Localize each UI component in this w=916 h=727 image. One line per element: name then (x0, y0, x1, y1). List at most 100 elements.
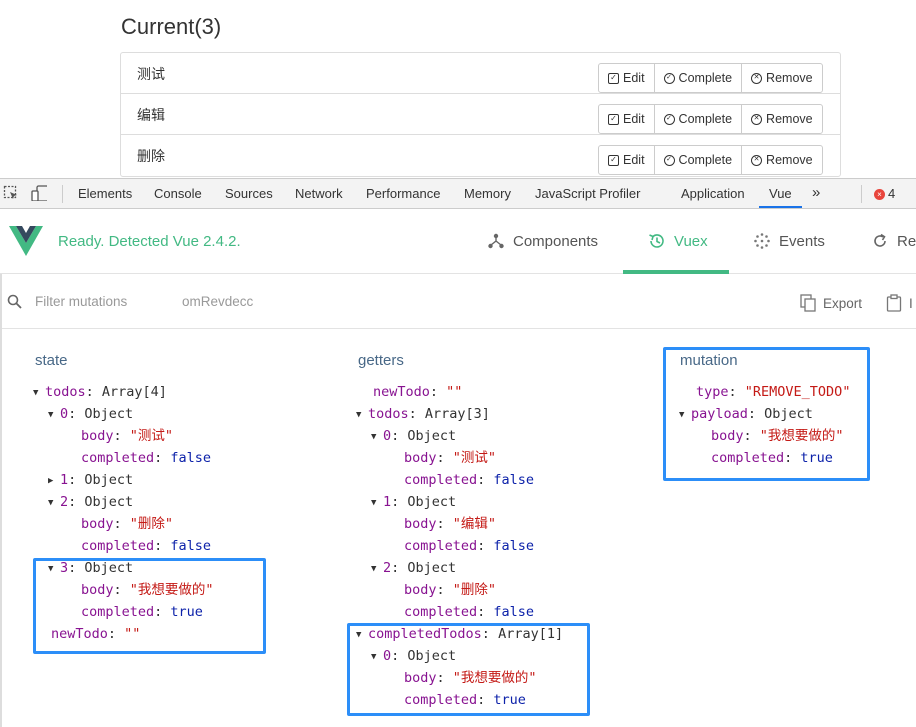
active-tab-indicator (759, 206, 802, 208)
edit-button[interactable]: ✓ Edit (599, 105, 655, 133)
filter-ghost-text: omRevdecc (182, 294, 254, 309)
check-circle-icon: ✓ (663, 113, 675, 125)
tree-leaf: body: "删除" (404, 582, 497, 598)
import-button[interactable]: I (886, 294, 913, 312)
tab-performance[interactable]: Performance (366, 186, 440, 201)
expanded-arrow-icon: ▼ (33, 388, 39, 398)
nav-components[interactable]: Components (487, 232, 598, 250)
nav-refresh[interactable]: Ref (871, 232, 916, 250)
refresh-icon (874, 233, 886, 247)
current-heading: Current(3) (121, 14, 222, 39)
edit-button[interactable]: ✓ Edit (599, 64, 655, 92)
tree-node[interactable]: ▶ 1: Object (48, 472, 133, 489)
check-circle-icon: ✓ (663, 154, 675, 166)
tree-node[interactable]: ▼ 2: Object (48, 494, 133, 511)
clipboard-icon (886, 294, 902, 312)
expanded-arrow-icon: ▼ (371, 432, 377, 442)
tree-leaf: body: "删除" (81, 516, 174, 532)
device-toolbar-icon[interactable] (31, 185, 47, 201)
remove-button[interactable]: ✕ Remove (742, 64, 822, 92)
complete-label: Complete (678, 153, 733, 167)
inspect-element-icon[interactable] (3, 185, 19, 201)
nav-events-label: Events (779, 232, 825, 250)
expanded-arrow-icon: ▼ (371, 498, 377, 508)
tree-node[interactable]: ▼ 1: Object (371, 494, 456, 511)
getters-title: getters (358, 352, 404, 369)
tree-leaf: newTodo: "" (373, 384, 463, 400)
todo-text: 测试 (137, 67, 165, 83)
highlight-box (347, 623, 590, 716)
filter-mutations-input[interactable]: Filter mutations (35, 294, 127, 309)
edit-label: Edit (623, 71, 645, 85)
todo-row: 测试 ✓ Edit ✓ Complete ✕ Remove (121, 53, 840, 94)
history-icon (649, 234, 664, 248)
devtools-tabbar: Elements Console Sources Network Perform… (0, 178, 916, 209)
x-circle-icon: ✕ (751, 154, 763, 166)
tab-sources[interactable]: Sources (225, 186, 273, 201)
tab-console[interactable]: Console (154, 186, 202, 201)
complete-label: Complete (678, 112, 733, 126)
import-label: I (909, 295, 913, 311)
x-circle-icon: ✕ (751, 113, 763, 125)
export-button[interactable]: Export (800, 294, 862, 312)
mutation-filter-bar: Filter mutations omRevdecc Export I (0, 274, 916, 329)
remove-label: Remove (766, 153, 813, 167)
export-label: Export (823, 295, 863, 311)
tab-application[interactable]: Application (681, 186, 745, 201)
tab-javascript-profiler[interactable]: JavaScript Profiler (535, 186, 640, 201)
tree-node[interactable]: ▼ todos: Array[3] (356, 406, 490, 423)
edit-icon: ✓ (608, 113, 619, 125)
more-tabs-icon[interactable]: » (812, 184, 820, 201)
expanded-arrow-icon: ▼ (48, 498, 54, 508)
remove-button[interactable]: ✕ Remove (742, 146, 822, 174)
remove-button[interactable]: ✕ Remove (742, 105, 822, 133)
search-icon (7, 294, 22, 309)
tree-leaf: body: "测试" (404, 450, 497, 466)
edit-label: Edit (623, 112, 645, 126)
tree-node[interactable]: ▼ todos: Array[4] (33, 384, 167, 401)
tree-leaf: completed: false (81, 538, 212, 554)
check-circle-icon: ✓ (663, 72, 675, 84)
todo-actions: ✓ Edit ✓ Complete ✕ Remove (598, 63, 823, 93)
complete-label: Complete (678, 71, 733, 85)
tab-vue[interactable]: Vue (769, 186, 792, 201)
tree-node[interactable]: ▼ 0: Object (48, 406, 133, 423)
todo-text: 删除 (137, 149, 165, 165)
complete-button[interactable]: ✓ Complete (655, 146, 743, 174)
nav-events[interactable]: Events (753, 232, 825, 250)
edit-label: Edit (623, 153, 645, 167)
expanded-arrow-icon: ▼ (356, 410, 362, 420)
error-count: 4 (888, 186, 896, 201)
edit-button[interactable]: ✓ Edit (599, 146, 655, 174)
tree-leaf: completed: false (404, 538, 535, 554)
complete-button[interactable]: ✓ Complete (655, 105, 743, 133)
panel-left-border (0, 274, 2, 727)
tab-network[interactable]: Network (295, 186, 343, 201)
expanded-arrow-icon: ▼ (48, 410, 54, 420)
todo-actions: ✓ Edit ✓ Complete ✕ Remove (598, 145, 823, 175)
todo-text: 编辑 (137, 108, 165, 124)
tree-leaf: body: "编辑" (404, 516, 497, 532)
copy-icon (800, 294, 816, 312)
todo-row: 删除 ✓ Edit ✓ Complete ✕ Remove (121, 135, 840, 176)
collapsed-arrow-icon: ▶ (48, 476, 54, 486)
tree-leaf: body: "测试" (81, 428, 174, 444)
tab-elements[interactable]: Elements (78, 186, 132, 201)
complete-button[interactable]: ✓ Complete (655, 64, 743, 92)
error-icon: × (874, 189, 885, 200)
nav-vuex-label: Vuex (674, 232, 708, 250)
remove-label: Remove (766, 71, 813, 85)
error-count-badge[interactable]: × 4 (874, 186, 895, 201)
tree-node[interactable]: ▼ 2: Object (371, 560, 456, 577)
state-title: state (35, 352, 68, 369)
todo-list: 测试 ✓ Edit ✓ Complete ✕ Remove 编辑 ✓ Edit ✓ Com… (120, 52, 841, 177)
nav-vuex[interactable]: Vuex (648, 232, 708, 250)
vue-devtools-header: Ready. Detected Vue 2.4.2. Components Vu… (0, 210, 916, 274)
highlight-box (33, 558, 266, 654)
tree-node[interactable]: ▼ 0: Object (371, 428, 456, 445)
nav-components-label: Components (513, 232, 599, 250)
remove-label: Remove (766, 112, 813, 126)
tree-leaf: completed: false (81, 450, 212, 466)
edit-icon: ✓ (608, 72, 619, 84)
tab-memory[interactable]: Memory (464, 186, 511, 201)
